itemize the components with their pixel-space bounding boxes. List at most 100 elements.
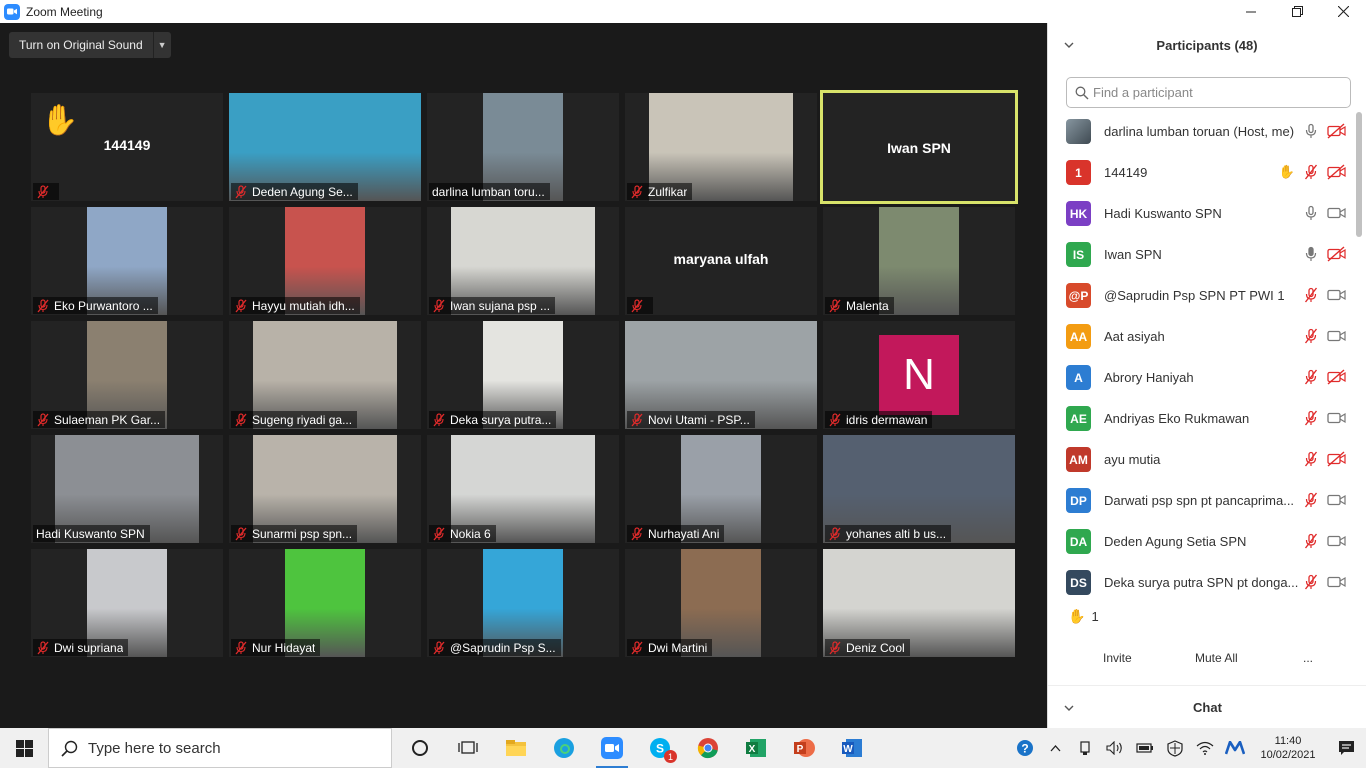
file-explorer-icon[interactable] [492, 728, 540, 768]
video-tile[interactable]: yohanes alti b us... [823, 435, 1015, 543]
mic-icon[interactable] [1303, 369, 1319, 385]
chrome-icon[interactable] [684, 728, 732, 768]
video-tile[interactable]: darlina lumban toru... [427, 93, 619, 201]
chat-chevron-icon[interactable] [1064, 700, 1074, 714]
video-tile[interactable]: Hadi Kuswanto SPN [31, 435, 223, 543]
powerpoint-icon[interactable]: P [780, 728, 828, 768]
participant-row[interactable]: HK Hadi Kuswanto SPN [1048, 193, 1356, 234]
mic-icon[interactable] [1303, 492, 1319, 508]
taskbar-clock[interactable]: 11:40 10/02/2021 [1250, 734, 1326, 762]
video-tile[interactable]: Sulaeman PK Gar... [31, 321, 223, 429]
skype-icon[interactable]: S 1 [636, 728, 684, 768]
video-tile[interactable]: Zulfikar [625, 93, 817, 201]
video-tile[interactable]: Deniz Cool [823, 549, 1015, 657]
mic-icon[interactable] [1303, 574, 1319, 590]
participant-row[interactable]: AA Aat asiyah [1048, 316, 1356, 357]
restore-icon[interactable] [1274, 0, 1320, 23]
video-tile[interactable]: Sunarmi psp spn... [229, 435, 421, 543]
participant-row[interactable]: AM ayu mutia [1048, 439, 1356, 480]
task-view-icon[interactable] [444, 728, 492, 768]
video-tile[interactable]: Deden Agung Se... [229, 93, 421, 201]
participant-list-scrollbar[interactable] [1355, 110, 1362, 590]
video-tile[interactable]: Nurhayati Ani [625, 435, 817, 543]
excel-icon[interactable]: X [732, 728, 780, 768]
participant-row[interactable]: DP Darwati psp spn pt pancaprima... [1048, 480, 1356, 521]
participant-row[interactable]: 1 144149 ✋ [1048, 152, 1356, 193]
chevron-down-icon[interactable]: ▼ [152, 32, 171, 58]
start-button[interactable] [0, 728, 48, 768]
mic-icon[interactable] [1303, 287, 1319, 303]
network-adapter-icon[interactable] [1070, 728, 1100, 768]
edge-browser-icon[interactable] [540, 728, 588, 768]
collapse-chevron-icon[interactable] [1064, 37, 1074, 51]
video-camera-icon[interactable] [1327, 410, 1346, 426]
video-tile[interactable]: Dwi Martini [625, 549, 817, 657]
app-tray-m-icon[interactable] [1220, 728, 1250, 768]
original-sound-button[interactable]: Turn on Original Sound [9, 32, 153, 58]
invite-button[interactable]: Invite [1095, 643, 1140, 673]
mute-all-button[interactable]: Mute All [1187, 643, 1246, 673]
video-camera-icon[interactable] [1327, 533, 1346, 549]
mic-icon[interactable] [1303, 164, 1319, 180]
mic-icon[interactable] [1303, 123, 1319, 139]
video-camera-icon[interactable] [1327, 328, 1346, 344]
video-camera-icon[interactable] [1327, 205, 1346, 221]
video-tile[interactable]: Sugeng riyadi ga... [229, 321, 421, 429]
video-tile[interactable]: Nur Hidayat [229, 549, 421, 657]
svg-text:S: S [656, 742, 664, 756]
participant-row[interactable]: A Abrory Haniyah [1048, 357, 1356, 398]
mic-icon[interactable] [1303, 205, 1319, 221]
participant-status-icons [1303, 205, 1346, 221]
video-camera-icon[interactable] [1327, 123, 1346, 139]
video-camera-icon[interactable] [1327, 369, 1346, 385]
video-camera-icon[interactable] [1327, 164, 1346, 180]
video-camera-icon[interactable] [1327, 574, 1346, 590]
taskbar-search[interactable]: Type here to search [48, 728, 392, 768]
mic-icon[interactable] [1303, 328, 1319, 344]
video-tile[interactable]: 144149 ✋ [31, 93, 223, 201]
video-tile[interactable]: Eko Purwantoro ... [31, 207, 223, 315]
participant-row[interactable]: DA Deden Agung Setia SPN [1048, 521, 1356, 562]
video-camera-icon[interactable] [1327, 451, 1346, 467]
participant-row[interactable]: @P @Saprudin Psp SPN PT PWI 1 [1048, 275, 1356, 316]
video-tile[interactable]: Malenta [823, 207, 1015, 315]
tile-name-text: @Saprudin Psp S... [450, 640, 556, 655]
notifications-icon[interactable] [1326, 728, 1366, 768]
cortana-icon[interactable] [396, 728, 444, 768]
video-tile[interactable]: maryana ulfah [625, 207, 817, 315]
video-tile[interactable]: Hayyu mutiah idh... [229, 207, 421, 315]
volume-icon[interactable] [1100, 728, 1130, 768]
word-icon[interactable]: W [828, 728, 876, 768]
video-tile[interactable]: Novi Utami - PSP... [625, 321, 817, 429]
video-tile[interactable]: Iwan SPN [820, 90, 1018, 204]
video-tile[interactable]: @Saprudin Psp S... [427, 549, 619, 657]
video-camera-icon[interactable] [1327, 492, 1346, 508]
mic-icon[interactable] [1303, 246, 1319, 262]
video-tile[interactable]: Iwan sujana psp ... [427, 207, 619, 315]
zoom-taskbar-icon[interactable] [588, 728, 636, 768]
video-camera-icon[interactable] [1327, 246, 1346, 262]
security-shield-icon[interactable] [1160, 728, 1190, 768]
participant-row[interactable]: DS Deka surya putra SPN pt donga... [1048, 562, 1356, 595]
participant-row[interactable]: IS Iwan SPN [1048, 234, 1356, 275]
mic-icon[interactable] [1303, 451, 1319, 467]
chevron-up-icon[interactable] [1040, 728, 1070, 768]
help-icon[interactable]: ? [1010, 728, 1040, 768]
close-icon[interactable] [1320, 0, 1366, 23]
more-options-button[interactable]: ... [1295, 643, 1322, 673]
mic-icon[interactable] [1303, 410, 1319, 426]
mic-icon[interactable] [1303, 533, 1319, 549]
participant-row[interactable]: AE Andriyas Eko Rukmawan [1048, 398, 1356, 439]
participant-row[interactable]: darlina lumban toruan (Host, me) [1048, 111, 1356, 152]
scrollbar-thumb[interactable] [1356, 112, 1362, 237]
video-tile[interactable]: Nokia 6 [427, 435, 619, 543]
wifi-icon[interactable] [1190, 728, 1220, 768]
battery-icon[interactable] [1130, 728, 1160, 768]
video-camera-icon[interactable] [1327, 287, 1346, 303]
chat-header[interactable]: Chat [1048, 685, 1366, 728]
minimize-icon[interactable] [1228, 0, 1274, 23]
participant-search-input[interactable] [1093, 85, 1333, 100]
video-tile[interactable]: Deka surya putra... [427, 321, 619, 429]
video-tile[interactable]: Dwi supriana [31, 549, 223, 657]
video-tile[interactable]: Nidris dermawan [823, 321, 1015, 429]
